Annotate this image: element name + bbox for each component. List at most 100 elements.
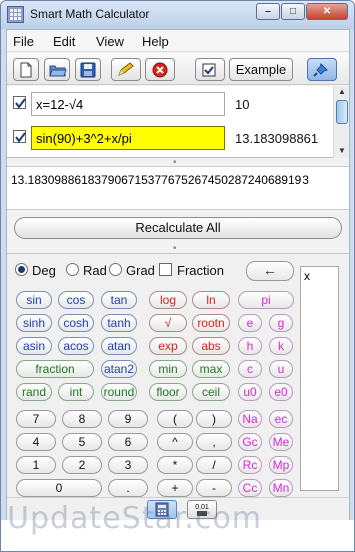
key-mn-const[interactable]: Mn xyxy=(269,479,293,497)
key-atan2[interactable]: atan2 xyxy=(101,360,137,378)
menu-help[interactable]: Help xyxy=(142,34,169,49)
save-button[interactable] xyxy=(75,58,101,81)
check-icon xyxy=(15,132,26,143)
key-fraction[interactable]: fraction xyxy=(16,360,94,378)
key-divide[interactable]: / xyxy=(196,456,232,474)
key-plus[interactable]: + xyxy=(157,479,193,497)
key-5[interactable]: 5 xyxy=(62,433,102,451)
keypad-panel: Deg Rad Grad Fraction ← sin cos tan log … xyxy=(7,253,349,497)
key-close-paren[interactable]: ) xyxy=(196,410,232,428)
menu-file[interactable]: File xyxy=(13,34,34,49)
key-na-const[interactable]: Na xyxy=(238,410,262,428)
key-8[interactable]: 8 xyxy=(62,410,102,428)
recalculate-all-button[interactable]: Recalculate All xyxy=(14,217,342,239)
key-pi[interactable]: pi xyxy=(238,291,294,309)
key-rc-const[interactable]: Rc xyxy=(238,456,262,474)
key-cosh[interactable]: cosh xyxy=(58,314,94,332)
key-g-const[interactable]: g xyxy=(269,314,293,332)
key-0[interactable]: 0 xyxy=(16,479,102,497)
pin-icon xyxy=(313,63,328,77)
key-sin[interactable]: sin xyxy=(16,291,52,309)
key-me-const[interactable]: Me xyxy=(269,433,293,451)
scroll-thumb[interactable] xyxy=(336,100,348,124)
expression-2-checkbox[interactable] xyxy=(13,130,26,143)
toolbar: Example xyxy=(7,53,349,85)
key-c-const[interactable]: c xyxy=(238,360,262,378)
key-max[interactable]: max xyxy=(192,360,230,378)
minimize-button[interactable]: – xyxy=(256,3,280,20)
key-sinh[interactable]: sinh xyxy=(16,314,52,332)
key-floor[interactable]: floor xyxy=(149,383,187,401)
key-power[interactable]: ^ xyxy=(157,433,193,451)
key-ec-const[interactable]: ec xyxy=(269,410,293,428)
key-atan[interactable]: atan xyxy=(101,337,137,355)
key-exp[interactable]: exp xyxy=(149,337,187,355)
deg-radio[interactable] xyxy=(15,263,28,276)
variable-item[interactable]: x xyxy=(304,269,335,283)
close-button[interactable]: ✕ xyxy=(306,3,348,20)
new-button[interactable] xyxy=(13,58,39,81)
expression-1-result: 10 xyxy=(235,97,250,112)
key-ln[interactable]: ln xyxy=(192,291,230,309)
open-folder-icon xyxy=(49,65,67,77)
key-int[interactable]: int xyxy=(58,383,94,401)
menu-edit[interactable]: Edit xyxy=(53,34,75,49)
key-mp-const[interactable]: Mp xyxy=(269,456,293,474)
rad-radio[interactable] xyxy=(66,263,79,276)
open-button[interactable] xyxy=(44,58,70,81)
key-e-const[interactable]: e xyxy=(238,314,262,332)
key-minus[interactable]: - xyxy=(196,479,232,497)
expression-1-input[interactable]: x=12-√4 xyxy=(31,92,225,116)
key-decimal[interactable]: . xyxy=(108,479,148,497)
menu-view[interactable]: View xyxy=(96,34,124,49)
key-tanh[interactable]: tanh xyxy=(101,314,137,332)
pin-button[interactable] xyxy=(307,58,337,81)
key-multiply[interactable]: * xyxy=(157,456,193,474)
example-button[interactable]: Example xyxy=(229,58,293,81)
variables-list[interactable]: x xyxy=(300,266,339,491)
check-button[interactable] xyxy=(195,58,225,81)
key-e0-const[interactable]: e0 xyxy=(269,383,293,401)
key-7[interactable]: 7 xyxy=(16,410,56,428)
expression-2-input[interactable]: sin(90)+3^2+x/pi xyxy=(31,126,225,150)
key-round[interactable]: round xyxy=(101,383,137,401)
backspace-button[interactable]: ← xyxy=(246,261,294,281)
key-acos[interactable]: acos xyxy=(58,337,94,355)
watermark-text: UpdateStar.com xyxy=(7,501,263,536)
key-ceil[interactable]: ceil xyxy=(192,383,230,401)
key-min[interactable]: min xyxy=(149,360,187,378)
key-1[interactable]: 1 xyxy=(16,456,56,474)
key-rootn[interactable]: rootn xyxy=(192,314,230,332)
expression-scrollbar[interactable]: ▲ ▼ xyxy=(333,86,349,158)
key-2[interactable]: 2 xyxy=(62,456,102,474)
key-cc-const[interactable]: Cc xyxy=(238,479,262,497)
key-asin[interactable]: asin xyxy=(16,337,52,355)
fraction-label: Fraction xyxy=(177,263,224,278)
grad-radio[interactable] xyxy=(109,263,122,276)
fraction-checkbox[interactable] xyxy=(159,263,172,276)
scroll-up-icon[interactable]: ▲ xyxy=(338,87,346,96)
delete-button[interactable] xyxy=(145,58,175,81)
maximize-button[interactable]: □ xyxy=(281,3,305,20)
expression-1-checkbox[interactable] xyxy=(13,96,26,109)
key-log[interactable]: log xyxy=(149,291,187,309)
key-9[interactable]: 9 xyxy=(108,410,148,428)
key-k-const[interactable]: k xyxy=(269,337,293,355)
key-sqrt[interactable]: √ xyxy=(149,314,187,332)
key-rand[interactable]: rand xyxy=(16,383,52,401)
key-comma[interactable]: , xyxy=(196,433,232,451)
key-u-const[interactable]: u xyxy=(269,360,293,378)
key-4[interactable]: 4 xyxy=(16,433,56,451)
key-6[interactable]: 6 xyxy=(108,433,148,451)
scroll-down-icon[interactable]: ▼ xyxy=(338,146,346,155)
edit-button[interactable] xyxy=(111,58,141,81)
expression-list: x=12-√4 10 sin(90)+3^2+x/pi 13.183098861… xyxy=(7,86,349,158)
key-u0-const[interactable]: u0 xyxy=(238,383,262,401)
key-h-const[interactable]: h xyxy=(238,337,262,355)
key-gc-const[interactable]: Gc xyxy=(238,433,262,451)
key-open-paren[interactable]: ( xyxy=(157,410,193,428)
key-cos[interactable]: cos xyxy=(58,291,94,309)
key-3[interactable]: 3 xyxy=(108,456,148,474)
key-tan[interactable]: tan xyxy=(101,291,137,309)
key-abs[interactable]: abs xyxy=(192,337,230,355)
